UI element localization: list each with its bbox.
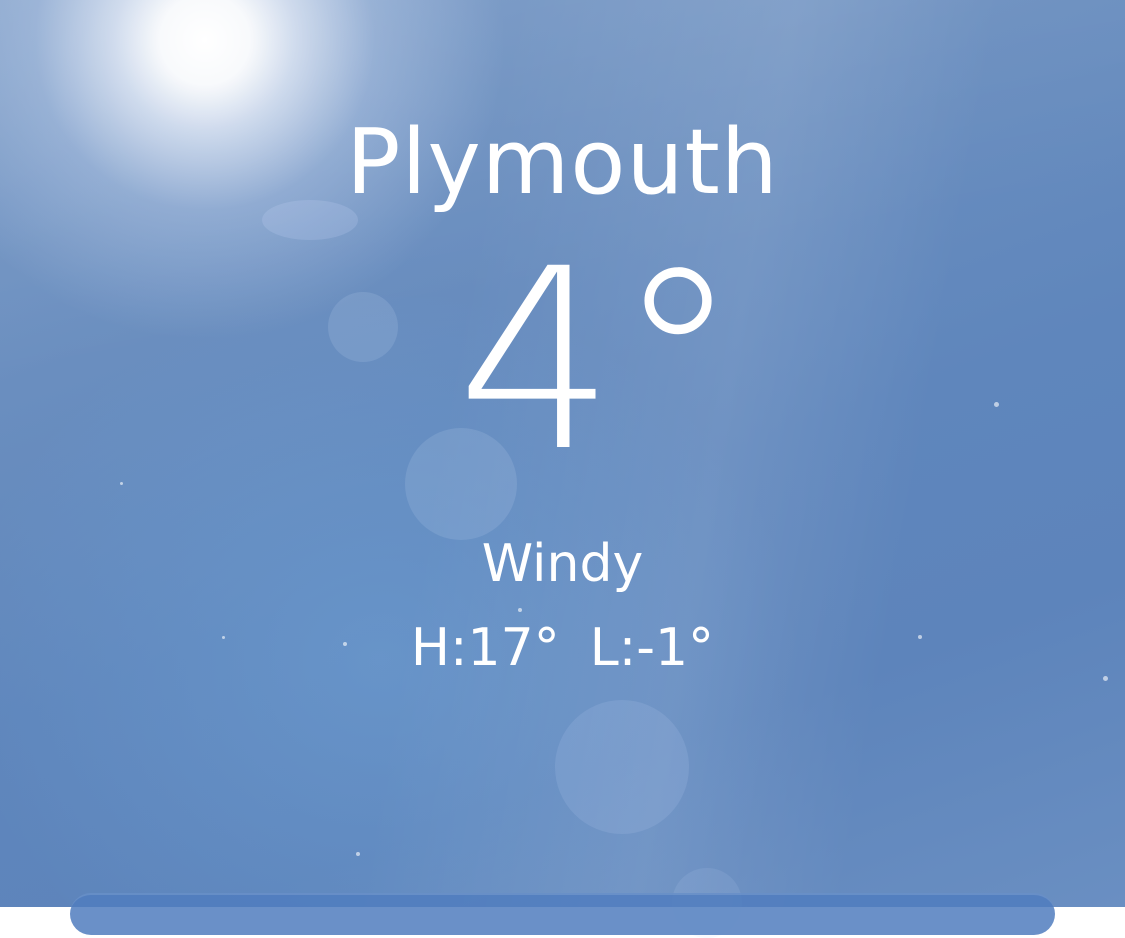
high-temperature: H:17° bbox=[410, 618, 560, 678]
low-temperature: L:-1° bbox=[589, 618, 715, 678]
weather-condition: Windy bbox=[481, 534, 644, 594]
dust-speck bbox=[356, 852, 360, 856]
city-name: Plymouth bbox=[346, 110, 779, 215]
current-temperature: 4° bbox=[0, 226, 1125, 496]
temperature-value: 4° bbox=[456, 215, 741, 506]
dust-speck bbox=[518, 608, 522, 612]
high-low-temperatures: H:17° L:-1° bbox=[0, 616, 1125, 680]
lens-flare bbox=[555, 700, 689, 834]
forecast-card[interactable] bbox=[70, 893, 1055, 935]
